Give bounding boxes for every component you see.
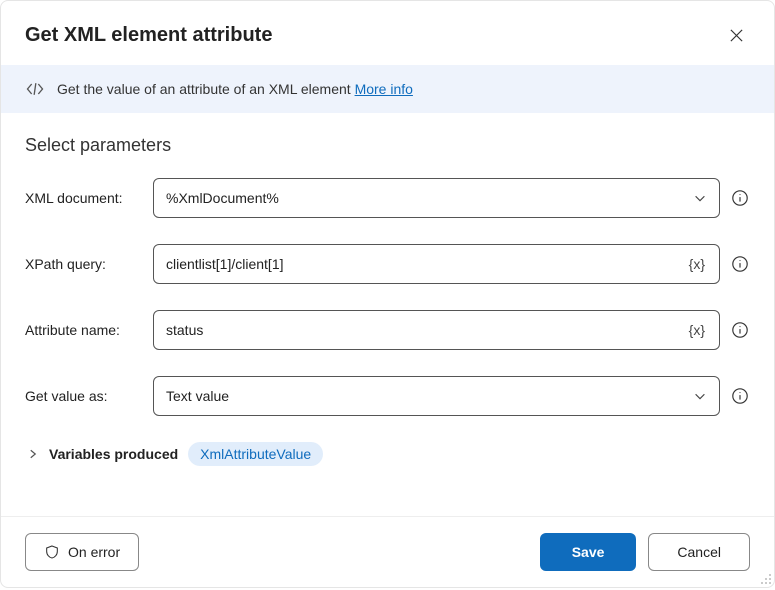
info-icon[interactable] [730, 188, 750, 208]
chevron-down-icon[interactable] [691, 389, 709, 403]
variable-pill[interactable]: XmlAttributeValue [188, 442, 323, 466]
dialog-header: Get XML element attribute [1, 1, 774, 65]
variable-picker-icon[interactable]: {x} [685, 256, 709, 272]
label-xpath-query: XPath query: [25, 256, 145, 272]
dialog: Get XML element attribute Get the value … [0, 0, 775, 588]
variable-picker-icon[interactable]: {x} [685, 322, 709, 338]
dialog-title: Get XML element attribute [25, 24, 272, 47]
attribute-name-field[interactable]: {x} [153, 310, 720, 350]
section-title: Select parameters [25, 135, 750, 156]
code-icon [25, 79, 45, 99]
xpath-query-input[interactable] [166, 256, 685, 272]
chevron-right-icon[interactable] [27, 448, 39, 460]
variables-produced-row: Variables produced XmlAttributeValue [25, 442, 750, 466]
attribute-name-input[interactable] [166, 322, 685, 338]
variables-produced-label: Variables produced [49, 446, 178, 462]
xml-document-select[interactable]: %XmlDocument% [153, 178, 720, 218]
banner-text: Get the value of an attribute of an XML … [57, 81, 413, 97]
get-value-as-select[interactable]: Text value [153, 376, 720, 416]
close-icon [729, 28, 744, 43]
label-xml-document: XML document: [25, 190, 145, 206]
on-error-button[interactable]: On error [25, 533, 139, 571]
cancel-button[interactable]: Cancel [648, 533, 750, 571]
chevron-down-icon[interactable] [691, 191, 709, 205]
save-button[interactable]: Save [540, 533, 637, 571]
row-attribute-name: Attribute name: {x} [25, 310, 750, 350]
resize-grip[interactable] [758, 571, 772, 585]
xpath-query-field[interactable]: {x} [153, 244, 720, 284]
shield-icon [44, 544, 60, 560]
dialog-content: Select parameters XML document: %XmlDocu… [1, 113, 774, 516]
info-icon[interactable] [730, 386, 750, 406]
info-icon[interactable] [730, 320, 750, 340]
get-value-as-value: Text value [166, 388, 691, 404]
row-xpath-query: XPath query: {x} [25, 244, 750, 284]
more-info-link[interactable]: More info [355, 81, 413, 97]
info-icon[interactable] [730, 254, 750, 274]
banner-description: Get the value of an attribute of an XML … [57, 81, 355, 97]
on-error-label: On error [68, 544, 120, 560]
close-button[interactable] [722, 21, 750, 49]
xml-document-value: %XmlDocument% [166, 190, 691, 206]
row-get-value-as: Get value as: Text value [25, 376, 750, 416]
label-get-value-as: Get value as: [25, 388, 145, 404]
label-attribute-name: Attribute name: [25, 322, 145, 338]
dialog-footer: On error Save Cancel [1, 516, 774, 587]
row-xml-document: XML document: %XmlDocument% [25, 178, 750, 218]
info-banner: Get the value of an attribute of an XML … [1, 65, 774, 113]
